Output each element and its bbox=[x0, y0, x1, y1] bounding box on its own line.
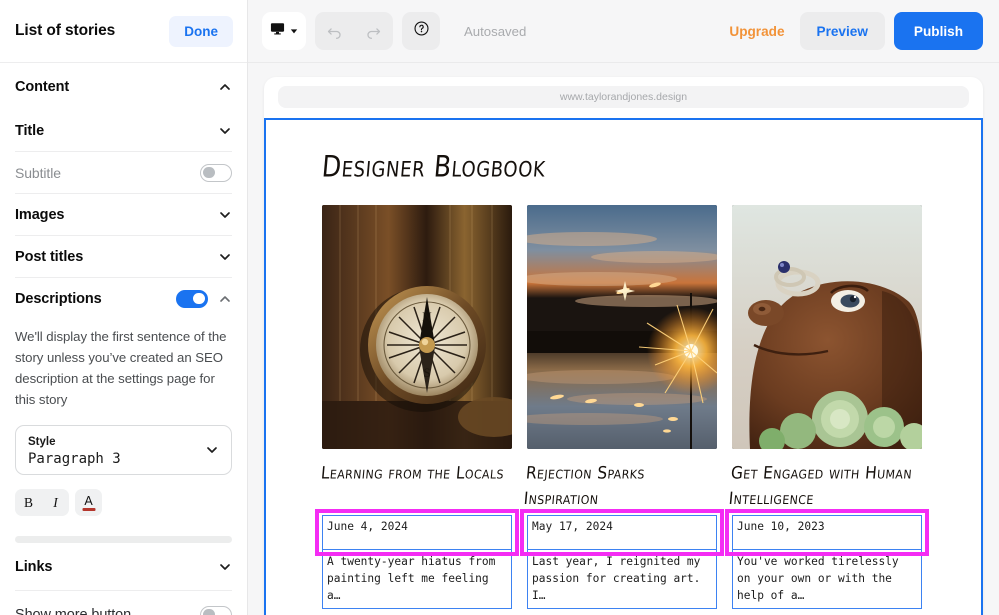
story-date[interactable]: June 10, 2023 bbox=[732, 515, 922, 550]
sidebar-section-links[interactable]: Links bbox=[15, 543, 232, 590]
blog-page: Designer Blogbook N S Learning from the … bbox=[266, 120, 981, 615]
story-card[interactable]: Rejection Sparks Inspiration May 17, 202… bbox=[520, 205, 724, 615]
style-select-text: Style Paragraph 3 bbox=[28, 432, 121, 469]
story-title[interactable]: Rejection Sparks Inspiration bbox=[522, 461, 717, 514]
device-selector[interactable] bbox=[262, 12, 306, 50]
sidebar-section-post-titles-label: Post titles bbox=[15, 248, 84, 265]
story-description[interactable]: You've worked tirelessly on your own or … bbox=[732, 550, 922, 609]
preview-button[interactable]: Preview bbox=[799, 12, 885, 50]
story-card[interactable]: Get Engaged with Human Intelligence June… bbox=[725, 205, 929, 615]
bold-italic-group: B I bbox=[15, 489, 69, 516]
sidebar-section-title-label: Title bbox=[15, 122, 45, 139]
sidebar-section-title[interactable]: Title bbox=[15, 110, 232, 151]
show-more-button-label: Show more button bbox=[15, 606, 132, 615]
story-card[interactable]: N S Learning from the Locals June 4, 202… bbox=[315, 205, 519, 615]
autosaved-status: Autosaved bbox=[464, 23, 527, 39]
undo-redo-group bbox=[315, 12, 393, 50]
show-more-toggle[interactable] bbox=[200, 605, 232, 615]
sidebar-header: List of stories Done bbox=[0, 0, 247, 63]
page-title: List of stories bbox=[15, 22, 116, 39]
toolbar-left-group: Autosaved bbox=[262, 12, 526, 50]
chevron-down-icon[interactable] bbox=[218, 208, 232, 222]
toggle-knob bbox=[193, 292, 205, 305]
toggle-knob bbox=[203, 608, 215, 615]
url-text: www.taylorandjones.design bbox=[559, 91, 688, 103]
question-circle-icon bbox=[413, 20, 430, 42]
chevron-up-icon[interactable] bbox=[218, 292, 232, 306]
story-description[interactable]: A twenty-year hiatus from painting left … bbox=[322, 550, 512, 609]
chevron-up-icon[interactable] bbox=[218, 80, 232, 94]
story-date-wrapper: May 17, 2024 bbox=[520, 509, 724, 556]
sidebar-section-subtitle-label: Subtitle bbox=[15, 164, 61, 181]
toggle-knob bbox=[203, 166, 215, 179]
story-title[interactable]: Get Engaged with Human Intelligence bbox=[727, 461, 922, 514]
app-root: List of stories Done Content Title Subti… bbox=[0, 0, 999, 615]
editor-toolbar: Autosaved Upgrade Preview Publish bbox=[248, 0, 999, 63]
selected-section-frame[interactable]: Designer Blogbook N S Learning from the … bbox=[264, 118, 983, 615]
sidebar-section-descriptions[interactable]: Descriptions bbox=[15, 278, 232, 319]
svg-text:S: S bbox=[423, 365, 430, 380]
sidebar-body: Content Title Subtitle Images Post title… bbox=[0, 63, 247, 615]
upgrade-link[interactable]: Upgrade bbox=[723, 24, 790, 39]
sidebar-section-subtitle[interactable]: Subtitle bbox=[15, 152, 232, 193]
chevron-down-icon[interactable] bbox=[218, 250, 232, 264]
chevron-down-icon[interactable] bbox=[218, 124, 232, 138]
style-select-label: Style bbox=[28, 435, 56, 448]
sidebar-row-show-more-button[interactable]: Show more button bbox=[15, 591, 232, 615]
sidebar-section-images-label: Images bbox=[15, 206, 65, 223]
compass-on-wood-photo[interactable]: N S bbox=[322, 205, 512, 449]
svg-text:N: N bbox=[422, 309, 432, 324]
story-date[interactable]: June 4, 2024 bbox=[322, 515, 512, 550]
story-title[interactable]: Learning from the Locals bbox=[317, 461, 512, 514]
bold-button[interactable]: B bbox=[15, 489, 42, 516]
text-format-toolbar: B I A bbox=[15, 489, 232, 516]
caret-down-icon bbox=[290, 22, 298, 40]
descriptions-toggle[interactable] bbox=[176, 289, 208, 308]
story-date-wrapper: June 10, 2023 bbox=[725, 509, 929, 556]
blog-heading: Designer Blogbook bbox=[320, 149, 548, 184]
sidebar-section-content-label: Content bbox=[15, 78, 70, 95]
story-date-wrapper: June 4, 2024 bbox=[315, 509, 519, 556]
publish-button[interactable]: Publish bbox=[893, 12, 983, 50]
sidebar-section-descriptions-controls bbox=[176, 289, 232, 308]
browser-urlbar-row: www.taylorandjones.design bbox=[264, 77, 983, 118]
settings-sidebar: List of stories Done Content Title Subti… bbox=[0, 0, 248, 615]
horizontal-scrollbar[interactable] bbox=[15, 536, 232, 543]
subtitle-toggle[interactable] bbox=[200, 163, 232, 182]
italic-button[interactable]: I bbox=[42, 489, 69, 516]
help-button[interactable] bbox=[402, 12, 440, 50]
descriptions-help-text: We'll display the first sentence of the … bbox=[15, 329, 227, 407]
url-bar[interactable]: www.taylorandjones.design bbox=[278, 86, 969, 108]
story-list: N S Learning from the Locals June 4, 202… bbox=[315, 205, 929, 615]
monitor-icon bbox=[270, 21, 285, 41]
canvas-wrapper: www.taylorandjones.design Designer Blogb… bbox=[248, 63, 999, 615]
text-color-button[interactable]: A bbox=[75, 489, 102, 516]
sidebar-section-descriptions-label: Descriptions bbox=[15, 290, 102, 307]
editor-main: Autosaved Upgrade Preview Publish www.ta… bbox=[248, 0, 999, 615]
browser-preview: www.taylorandjones.design Designer Blogb… bbox=[264, 77, 983, 615]
style-select[interactable]: Style Paragraph 3 bbox=[15, 425, 232, 475]
style-select-value: Paragraph 3 bbox=[28, 450, 121, 467]
sidebar-section-post-titles[interactable]: Post titles bbox=[15, 236, 232, 277]
sidebar-section-images[interactable]: Images bbox=[15, 194, 232, 235]
sidebar-section-content[interactable]: Content bbox=[15, 63, 232, 110]
sidebar-section-links-label: Links bbox=[15, 558, 53, 575]
chevron-down-icon[interactable] bbox=[218, 560, 232, 574]
text-color-group: A bbox=[75, 489, 102, 516]
chevron-down-icon[interactable] bbox=[205, 443, 219, 457]
toolbar-right-group: Upgrade Preview Publish bbox=[723, 12, 983, 50]
redo-button[interactable] bbox=[354, 12, 393, 50]
sparkler-at-sunset-photo[interactable] bbox=[527, 205, 717, 449]
undo-button[interactable] bbox=[315, 12, 354, 50]
puppy-with-rings-photo[interactable] bbox=[732, 205, 922, 449]
story-description[interactable]: Last year, I reignited my passion for cr… bbox=[527, 550, 717, 609]
done-button[interactable]: Done bbox=[169, 15, 233, 47]
story-date[interactable]: May 17, 2024 bbox=[527, 515, 717, 550]
